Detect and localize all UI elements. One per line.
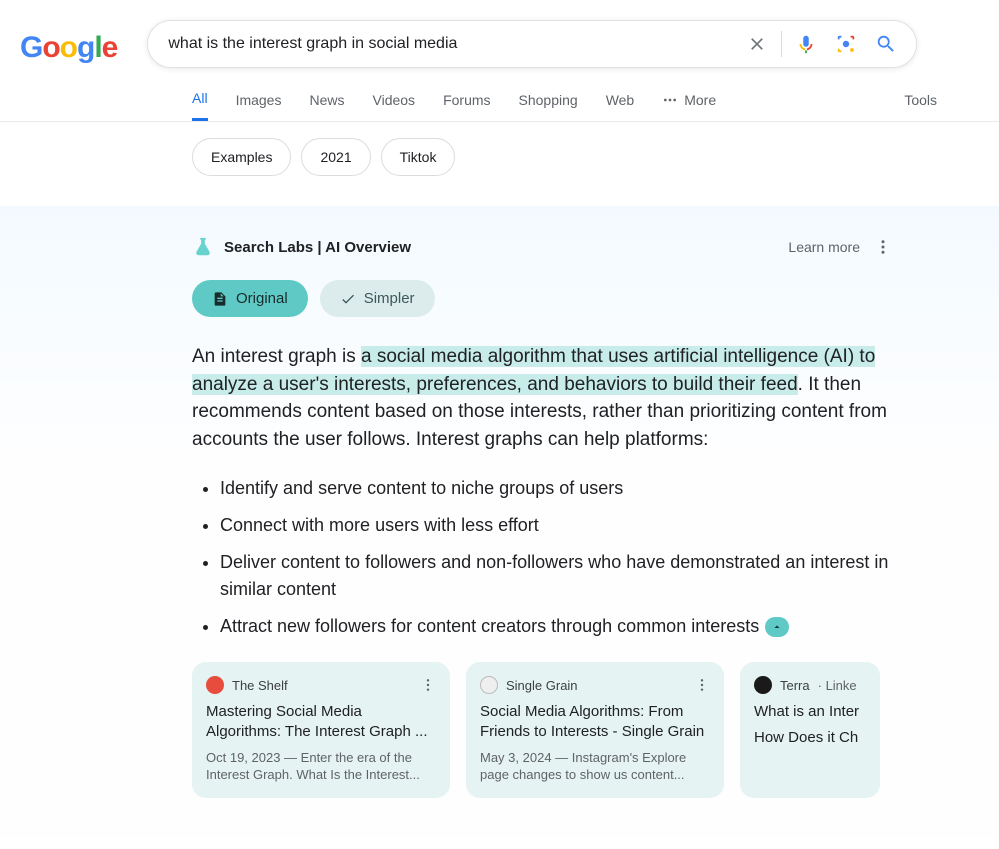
check-icon [340,291,356,307]
card-snippet: Oct 19, 2023 — Enter the era of the Inte… [206,749,436,784]
mode-simpler-button[interactable]: Simpler [320,280,435,317]
clear-icon[interactable] [737,34,777,54]
source-cards-row: The Shelf Mastering Social Media Algorit… [192,662,892,798]
lens-icon[interactable] [826,33,866,55]
source-extra: · Linke [818,678,857,693]
favicon-icon [480,676,498,694]
ai-bullet-list: Identify and serve content to niche grou… [192,475,892,640]
flask-icon [192,236,214,258]
kebab-menu-icon[interactable] [874,238,892,256]
chip-2021[interactable]: 2021 [301,138,370,176]
ai-overview-title: Search Labs | AI Overview [192,236,411,258]
google-logo[interactable]: Google [20,23,117,65]
tab-forums[interactable]: Forums [443,92,490,120]
favicon-icon [754,676,772,694]
document-icon [212,291,228,307]
card-title: Mastering Social Media Algorithms: The I… [206,702,436,743]
search-icon[interactable] [866,33,906,55]
more-icon [662,92,678,108]
source-name: Terra [780,678,810,693]
card-title: How Does it Ch [754,728,866,748]
tab-web[interactable]: Web [606,92,635,120]
tab-images[interactable]: Images [236,92,282,120]
ai-overview-section: Search Labs | AI Overview Learn more Ori… [0,206,999,838]
voice-search-icon[interactable] [786,33,826,55]
tab-shopping[interactable]: Shopping [519,92,578,120]
search-bar[interactable] [147,20,917,68]
card-title: Social Media Algorithms: From Friends to… [480,702,710,743]
card-title: What is an Inter [754,702,866,722]
chip-examples[interactable]: Examples [192,138,291,176]
favicon-icon [206,676,224,694]
divider [781,31,782,57]
list-item: Attract new followers for content creato… [220,613,892,640]
kebab-menu-icon[interactable] [420,677,436,693]
list-item: Identify and serve content to niche grou… [220,475,892,502]
tabs-row: All Images News Videos Forums Shopping W… [0,68,999,122]
learn-more-link[interactable]: Learn more [788,239,860,255]
collapse-toggle[interactable] [765,617,789,637]
tab-videos[interactable]: Videos [373,92,416,120]
ai-overview-text: An interest graph is a social media algo… [192,343,892,453]
source-name: Single Grain [506,678,578,693]
list-item: Connect with more users with less effort [220,512,892,539]
source-card[interactable]: The Shelf Mastering Social Media Algorit… [192,662,450,798]
source-card[interactable]: Terra · Linke What is an Inter How Does … [740,662,880,798]
search-input[interactable] [168,35,737,53]
tab-all[interactable]: All [192,90,208,121]
kebab-menu-icon[interactable] [694,677,710,693]
chevron-up-icon [771,621,783,633]
chips-row: Examples 2021 Tiktok [0,122,999,176]
tab-news[interactable]: News [309,92,344,120]
tools-button[interactable]: Tools [904,92,937,120]
tab-more[interactable]: More [662,92,716,120]
source-card[interactable]: Single Grain Social Media Algorithms: Fr… [466,662,724,798]
chip-tiktok[interactable]: Tiktok [381,138,456,176]
card-snippet: May 3, 2024 — Instagram's Explore page c… [480,749,710,784]
source-name: The Shelf [232,678,288,693]
list-item: Deliver content to followers and non-fol… [220,549,892,603]
mode-original-button[interactable]: Original [192,280,308,317]
